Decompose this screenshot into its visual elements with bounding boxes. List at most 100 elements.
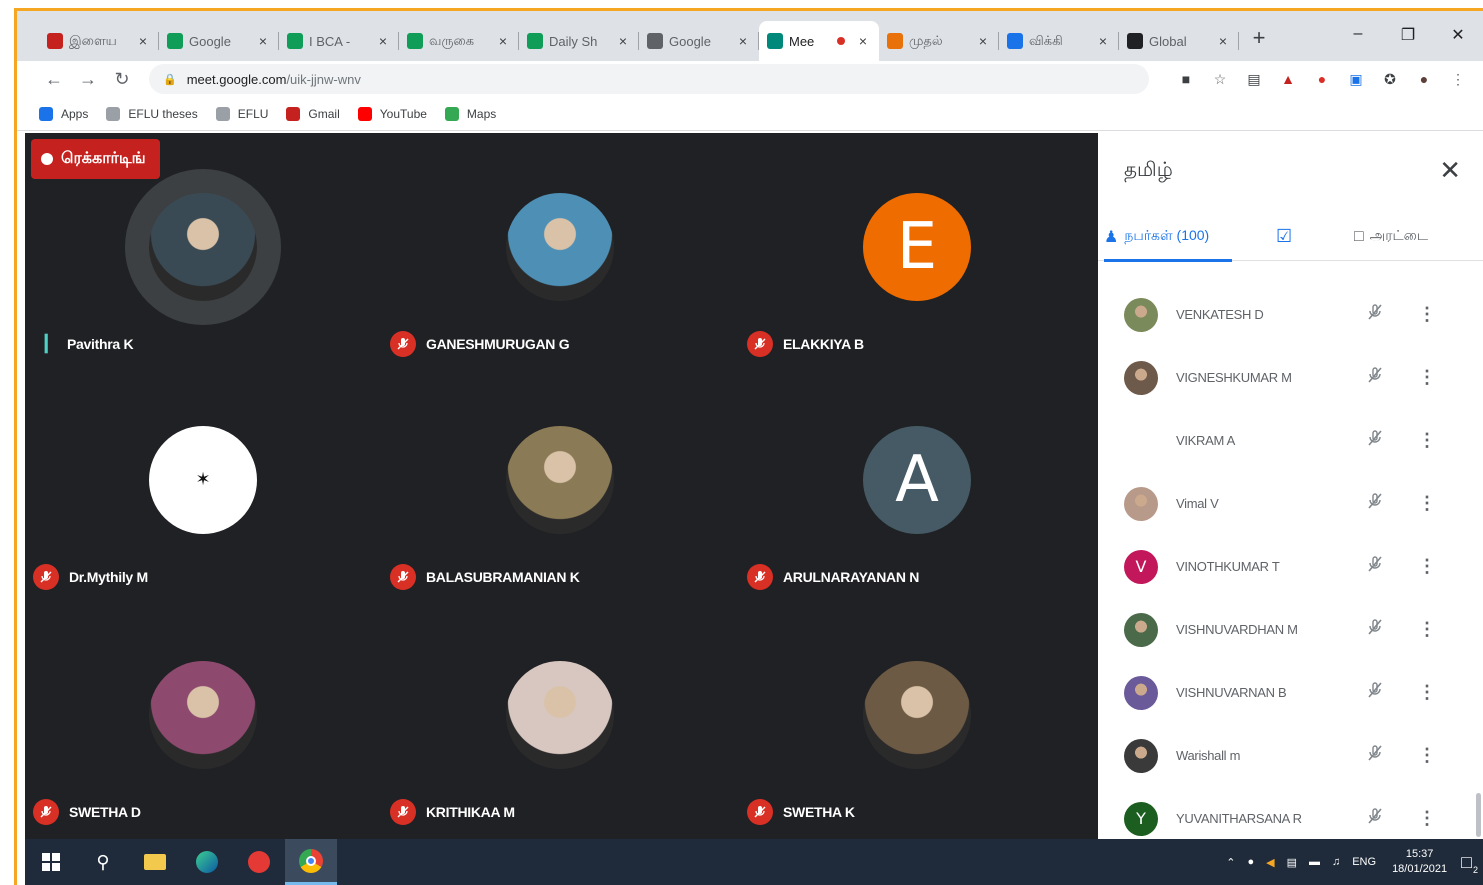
participant-row[interactable]: VISHNUVARNAN B ⋮	[1098, 661, 1483, 724]
browser-tab[interactable]: Google ×	[159, 22, 279, 60]
language-indicator[interactable]: ENG	[1352, 856, 1376, 868]
participant-row[interactable]: VIKRAM A ⋮	[1098, 409, 1483, 472]
participant-tile[interactable]: SWETHA K	[739, 603, 1096, 838]
participant-tile[interactable]: BALASUBRAMANIAN K	[382, 368, 739, 603]
chevron-up-icon[interactable]: ⌃	[1226, 856, 1235, 869]
clock-date: 18/01/2021	[1392, 863, 1448, 875]
bookmark-item[interactable]: EFLU	[215, 106, 268, 121]
network-icon[interactable]: ▬	[1309, 856, 1320, 868]
close-tab-icon[interactable]: ×	[255, 33, 271, 49]
participant-tile[interactable]: KRITHIKAA M	[382, 603, 739, 838]
close-tab-icon[interactable]: ×	[975, 33, 991, 49]
panel-scrollbar[interactable]	[1476, 793, 1481, 837]
more-options-icon[interactable]: ⋮	[1412, 808, 1442, 829]
mic-off-icon[interactable]	[1360, 303, 1390, 326]
close-window-icon[interactable]: ✕	[1433, 25, 1483, 45]
close-tab-icon[interactable]: ×	[855, 33, 871, 49]
participant-row[interactable]: Warishall m ⋮	[1098, 724, 1483, 787]
participant-row[interactable]: Vimal V ⋮	[1098, 472, 1483, 535]
search-button[interactable]: ⚲	[77, 839, 129, 885]
puzzle-icon[interactable]: ✪	[1373, 71, 1407, 88]
mic-off-icon[interactable]	[1360, 366, 1390, 389]
volume-icon[interactable]: ♫	[1332, 856, 1340, 868]
participant-name: Pavithra K	[67, 336, 134, 352]
more-options-icon[interactable]: ⋮	[1412, 304, 1442, 325]
mic-off-icon[interactable]	[1360, 807, 1390, 830]
close-tab-icon[interactable]: ×	[135, 33, 151, 49]
bookmark-item[interactable]: YouTube	[357, 106, 427, 121]
edge-button[interactable]	[181, 839, 233, 885]
menu-icon[interactable]: ⋮	[1441, 71, 1475, 88]
browser-tab[interactable]: விக்கி ×	[999, 22, 1119, 60]
close-tab-icon[interactable]: ×	[1095, 33, 1111, 49]
more-options-icon[interactable]: ⋮	[1412, 493, 1442, 514]
browser-tab[interactable]: Daily Sh ×	[519, 22, 639, 60]
participant-tile[interactable]: GANESHMURUGAN G	[382, 133, 739, 368]
minimize-icon[interactable]: –	[1333, 25, 1383, 45]
tab-activities[interactable]: ☑	[1276, 213, 1316, 261]
bookmark-item[interactable]: Apps	[39, 106, 88, 121]
back-icon[interactable]: ←	[37, 69, 71, 90]
profile-avatar[interactable]: ●	[1407, 71, 1441, 87]
bookmark-item[interactable]: EFLU theses	[106, 106, 198, 121]
clock[interactable]: 15:37 18/01/2021	[1392, 847, 1447, 877]
browser-tab[interactable]: வருகை ×	[399, 22, 519, 60]
browser-tab[interactable]: இளைய ×	[39, 22, 159, 60]
participant-row[interactable]: V VINOTHKUMAR T ⋮	[1098, 535, 1483, 598]
tab-chat[interactable]: □ அரட்டை	[1354, 213, 1428, 261]
camera-icon[interactable]: ■	[1169, 71, 1203, 87]
mic-off-icon[interactable]	[1360, 744, 1390, 767]
more-options-icon[interactable]: ⋮	[1412, 745, 1442, 766]
star-icon[interactable]: ☆	[1203, 71, 1237, 88]
new-tab-button[interactable]: +	[1245, 25, 1273, 53]
close-tab-icon[interactable]: ×	[495, 33, 511, 49]
close-tab-icon[interactable]: ×	[735, 33, 751, 49]
app-button[interactable]	[233, 839, 285, 885]
participant-tile[interactable]: E ELAKKIYA B	[739, 133, 1096, 368]
participant-row[interactable]: VENKATESH D ⋮	[1098, 283, 1483, 346]
mic-off-icon[interactable]	[1360, 429, 1390, 452]
close-tab-icon[interactable]: ×	[1215, 33, 1231, 49]
microphone-icon[interactable]: ●	[1247, 856, 1254, 868]
close-tab-icon[interactable]: ×	[375, 33, 391, 49]
extension-list-icon[interactable]: ▤	[1237, 71, 1271, 88]
close-tab-icon[interactable]: ×	[615, 33, 631, 49]
file-explorer-button[interactable]	[129, 839, 181, 885]
mic-off-icon[interactable]	[1360, 555, 1390, 578]
browser-tab[interactable]: முதல் ×	[879, 22, 999, 60]
bookmark-item[interactable]: Maps	[444, 106, 496, 121]
megaphone-icon[interactable]: ▲	[1271, 71, 1305, 87]
mic-off-icon[interactable]	[1360, 618, 1390, 641]
mic-off-icon[interactable]	[1360, 681, 1390, 704]
more-options-icon[interactable]: ⋮	[1412, 619, 1442, 640]
tab-people[interactable]: ♟ நபர்கள் (100)	[1104, 213, 1232, 262]
shield-icon[interactable]: ●	[1305, 71, 1339, 87]
more-options-icon[interactable]: ⋮	[1412, 430, 1442, 451]
address-bar[interactable]: 🔒 meet.google.com/uik-jjnw-wnv	[149, 64, 1149, 94]
desktop-icon[interactable]: ▤	[1287, 856, 1297, 869]
notification-icon[interactable]: □ 2	[1461, 852, 1478, 875]
close-panel-icon[interactable]: ✕	[1439, 155, 1461, 186]
browser-tab[interactable]: Google ×	[639, 22, 759, 60]
browser-tab[interactable]: Global ×	[1119, 22, 1239, 60]
participant-tile[interactable]: ✶ Dr.Mythily M	[25, 368, 382, 603]
participant-tile[interactable]: SWETHA D	[25, 603, 382, 838]
forward-icon[interactable]: →	[71, 69, 105, 90]
more-options-icon[interactable]: ⋮	[1412, 367, 1442, 388]
participant-row[interactable]: VIGNESHKUMAR M ⋮	[1098, 346, 1483, 409]
reload-icon[interactable]: ↻	[105, 69, 139, 90]
start-button[interactable]	[25, 839, 77, 885]
participant-tile[interactable]: A ARULNARAYANAN N	[739, 368, 1096, 603]
browser-tab[interactable]: I BCA - ×	[279, 22, 399, 60]
mic-off-icon[interactable]	[1360, 492, 1390, 515]
participant-row[interactable]: VISHNUVARDHAN M ⋮	[1098, 598, 1483, 661]
restore-icon[interactable]: ❐	[1383, 25, 1433, 45]
meet-extension-icon[interactable]: ▣	[1339, 71, 1373, 88]
more-options-icon[interactable]: ⋮	[1412, 682, 1442, 703]
bookmark-item[interactable]: Gmail	[286, 106, 340, 121]
more-options-icon[interactable]: ⋮	[1412, 556, 1442, 577]
participant-tile[interactable]: ┃ Pavithra K	[25, 133, 382, 368]
chrome-button[interactable]	[285, 839, 337, 885]
browser-tab[interactable]: Mee ×	[759, 21, 879, 61]
warning-icon[interactable]: ◀	[1266, 856, 1274, 869]
